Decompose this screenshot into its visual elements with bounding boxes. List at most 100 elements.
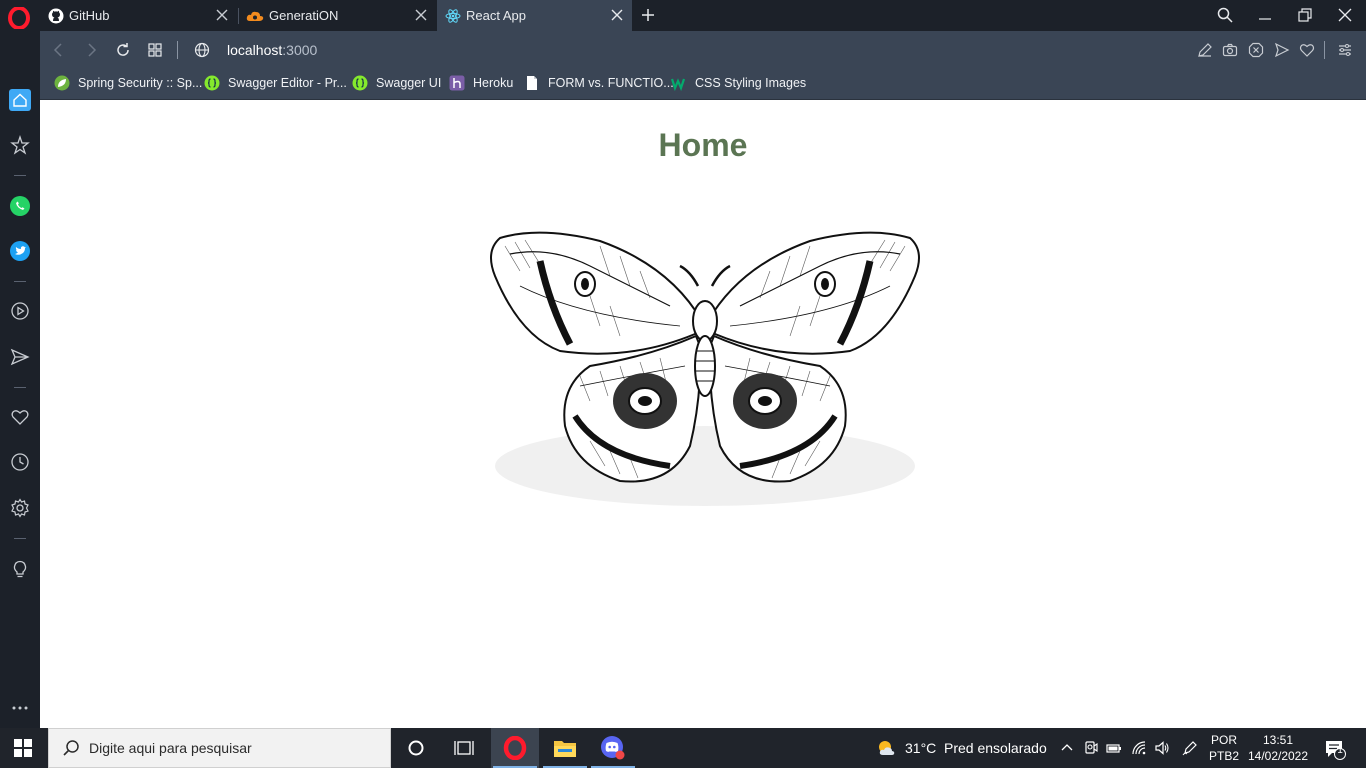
language-code[interactable]: POR	[1208, 733, 1240, 747]
player-icon[interactable]	[9, 300, 31, 322]
bookmark-spring-security[interactable]: Spring Security :: Sp...	[54, 75, 202, 91]
lightbulb-icon[interactable]	[9, 558, 31, 580]
bookmark-label: Swagger Editor - Pr...	[228, 76, 347, 90]
bookmark-label: CSS Styling Images	[695, 76, 807, 90]
tab-title: React App	[466, 8, 526, 23]
opera-icon	[503, 736, 527, 760]
edit-icon[interactable]	[1197, 42, 1213, 58]
snapshot-camera-icon[interactable]	[1222, 42, 1238, 58]
discord-icon	[601, 736, 625, 760]
tabs-grid-icon[interactable]	[146, 41, 164, 59]
swagger-icon	[204, 75, 220, 91]
bookmark-swagger-ui[interactable]: Swagger UI	[352, 75, 441, 91]
adblock-icon[interactable]	[1248, 42, 1264, 58]
easy-setup-icon[interactable]	[1337, 42, 1353, 58]
taskbar-opera[interactable]	[491, 728, 539, 768]
close-tab-icon[interactable]	[414, 8, 428, 22]
back-icon[interactable]	[50, 41, 68, 59]
close-tab-icon[interactable]	[215, 8, 229, 22]
taskbar-discord[interactable]	[589, 728, 637, 768]
task-view-icon	[454, 741, 474, 755]
folder-icon	[554, 741, 576, 757]
sidebar-separator	[14, 387, 26, 388]
tab-react-app[interactable]: React App	[437, 0, 632, 31]
opera-sidebar	[0, 31, 40, 728]
weather-temperature[interactable]: 31°C	[905, 740, 936, 756]
bookmark-heroku[interactable]: Heroku	[449, 75, 513, 91]
bookmark-label: Swagger UI	[376, 76, 442, 90]
url-port: :3000	[282, 42, 318, 58]
heroku-icon	[449, 75, 465, 91]
bookmark-css-styling-images[interactable]: CSS Styling Images	[671, 75, 806, 91]
tab-strip: GitHub GeneratiON React App	[0, 0, 1366, 31]
address-separator	[1324, 41, 1325, 59]
taskbar-search[interactable]: Digite aqui para pesquisar	[48, 728, 391, 768]
more-options-icon[interactable]	[9, 697, 31, 719]
wifi-icon[interactable]	[1131, 740, 1147, 756]
bookmark-label: Spring Security :: Sp...	[78, 76, 203, 90]
weather-description[interactable]: Pred ensolarado	[944, 740, 1047, 756]
history-clock-icon[interactable]	[9, 451, 31, 473]
address-bar: localhost:3000	[40, 31, 1366, 69]
w3schools-icon	[671, 78, 686, 91]
bookmark-heart-icon[interactable]	[1299, 42, 1315, 58]
windows-taskbar: Digite aqui para pesquisar 31°C Pred ens…	[0, 728, 1366, 768]
sidebar-separator	[14, 281, 26, 282]
sidebar-separator	[14, 175, 26, 176]
volume-icon[interactable]	[1154, 740, 1170, 756]
tab-github[interactable]: GitHub	[40, 0, 237, 31]
restore-icon[interactable]	[1296, 6, 1314, 24]
send-icon[interactable]	[1274, 42, 1290, 58]
minimize-icon[interactable]	[1256, 6, 1274, 24]
github-icon	[48, 8, 64, 23]
send-flow-icon[interactable]	[9, 346, 31, 368]
url-host: localhost	[227, 42, 283, 58]
notification-count: 1	[1337, 745, 1343, 756]
pen-workspace-icon[interactable]	[1182, 740, 1198, 756]
search-icon	[63, 740, 79, 756]
document-icon	[527, 76, 537, 90]
globe-icon[interactable]	[193, 41, 211, 59]
tab-title: GeneratiON	[269, 8, 339, 23]
search-placeholder: Digite aqui para pesquisar	[89, 740, 252, 756]
twitter-icon[interactable]	[9, 240, 31, 262]
task-view-button[interactable]	[440, 728, 488, 768]
bookmark-swagger-editor[interactable]: Swagger Editor - Pr...	[204, 75, 347, 91]
windows-start-icon[interactable]	[14, 739, 32, 757]
battery-icon[interactable]	[1106, 740, 1122, 756]
opera-logo-icon[interactable]	[8, 7, 30, 29]
clock-date[interactable]: 14/02/2022	[1246, 749, 1310, 763]
chevron-up-icon[interactable]	[1059, 740, 1075, 756]
settings-gear-icon[interactable]	[9, 497, 31, 519]
url-field[interactable]: localhost:3000	[227, 42, 317, 58]
bookmark-label: Heroku	[473, 76, 514, 90]
reload-icon[interactable]	[114, 41, 132, 59]
meet-now-icon[interactable]	[1083, 740, 1099, 756]
tab-title: GitHub	[69, 8, 110, 23]
search-tabs-icon[interactable]	[1216, 6, 1234, 24]
cortana-circle-icon	[408, 740, 424, 756]
forward-icon[interactable]	[82, 41, 100, 59]
keyboard-layout[interactable]: PTB2	[1208, 749, 1240, 763]
whatsapp-icon[interactable]	[9, 195, 31, 217]
cortana-button[interactable]	[392, 728, 440, 768]
close-tab-icon[interactable]	[610, 8, 624, 22]
speed-dial-star-icon[interactable]	[9, 134, 31, 156]
bookmarks-bar: Spring Security :: Sp... Swagger Editor …	[40, 69, 1366, 100]
close-window-icon[interactable]	[1336, 6, 1354, 24]
tab-generation[interactable]: GeneratiON	[238, 0, 436, 31]
page-content: Home	[40, 101, 1366, 728]
new-tab-icon[interactable]	[640, 7, 656, 23]
screen: GitHub GeneratiON React App localhost:30…	[0, 0, 1366, 768]
react-icon	[445, 8, 461, 23]
taskbar-file-explorer[interactable]	[541, 728, 589, 768]
bookmark-label: FORM vs. FUNCTIO...	[548, 76, 674, 90]
swagger-icon	[352, 75, 368, 91]
bookmark-form-vs-function[interactable]: FORM vs. FUNCTIO...	[524, 75, 674, 91]
spring-leaf-icon	[54, 75, 70, 91]
home-icon[interactable]	[9, 89, 31, 111]
clock-time[interactable]: 13:51	[1246, 733, 1310, 747]
heart-icon[interactable]	[9, 406, 31, 428]
weather-sun-cloud-icon[interactable]	[876, 738, 896, 758]
cloud-icon	[246, 11, 264, 21]
